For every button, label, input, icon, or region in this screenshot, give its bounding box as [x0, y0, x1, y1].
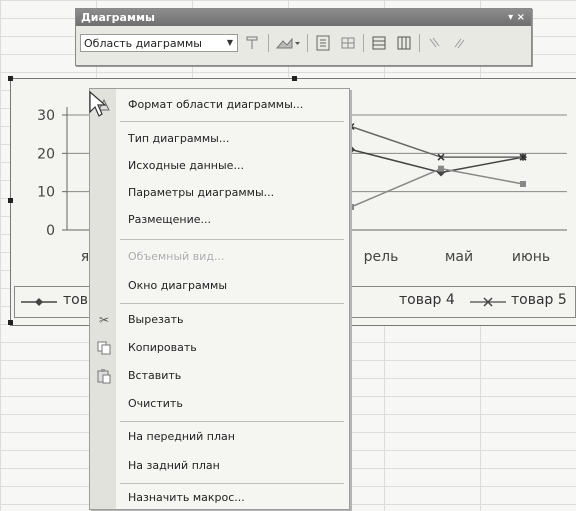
data-point [438, 165, 444, 172]
by-rows-icon [372, 36, 386, 50]
y-tick-label: 30 [37, 108, 55, 124]
x-tick-label: рель [364, 249, 399, 265]
menu-item-label: Назначить макрос... [128, 491, 245, 504]
selection-handle[interactable] [8, 76, 13, 81]
legend-label-2: товар 4 [399, 292, 455, 308]
menu-separator [120, 421, 344, 422]
chart-type-button[interactable] [274, 33, 302, 53]
chart-toolbar: Диаграммы ▾ × Область диаграммы ▼ [75, 8, 532, 66]
menu-item-label: Исходные данные... [128, 159, 244, 172]
legend-button[interactable] [313, 33, 333, 53]
menu-separator [120, 121, 344, 122]
menu-item-label: На передний план [128, 430, 235, 443]
x-tick-label: я [81, 249, 89, 265]
menu-item-label: Тип диаграммы... [128, 132, 230, 145]
toolbar-separator [307, 34, 308, 52]
menu-item-label: На задний план [128, 459, 220, 472]
series-line [350, 125, 523, 158]
menu-item-send-to-back[interactable]: На задний план [90, 453, 349, 479]
menu-item-bring-to-front[interactable]: На передний план [90, 424, 349, 450]
legend-key-3-icon [470, 297, 506, 307]
chart-type-icon [275, 37, 300, 49]
data-table-icon [341, 37, 355, 49]
menu-separator [120, 483, 344, 484]
angle-text-up-icon [454, 38, 465, 49]
menu-item-label: Окно диаграммы [128, 279, 227, 292]
x-tick-label: май [445, 249, 473, 265]
menu-separator [120, 303, 344, 304]
angle-text-up-button[interactable] [450, 33, 470, 53]
menu-item-location[interactable]: Размещение... [90, 207, 349, 233]
legend-icon [316, 35, 330, 51]
x-tick-label: июнь [512, 249, 550, 265]
menu-item-label: Копировать [128, 341, 197, 354]
context-menu: Формат области диаграммы... Тип диаграмм… [89, 88, 350, 510]
chart-element-select[interactable]: Область диаграммы ▼ [80, 34, 238, 52]
legend-label-1: тов [63, 292, 88, 308]
chart-element-value: Область диаграммы [84, 37, 202, 50]
menu-item-format-chart-area[interactable]: Формат области диаграммы... [90, 92, 349, 118]
menu-item-source-data[interactable]: Исходные данные... [90, 153, 349, 179]
data-table-button[interactable] [338, 33, 358, 53]
y-tick-label: 20 [37, 146, 55, 162]
menu-item-chart-options[interactable]: Параметры диаграммы... [90, 180, 349, 206]
toolbar-title-bar[interactable]: Диаграммы ▾ × [76, 9, 531, 26]
menu-item-label: Параметры диаграммы... [128, 186, 275, 199]
menu-item-label: Формат области диаграммы... [128, 98, 304, 111]
by-columns-button[interactable] [394, 33, 414, 53]
legend-key-1-icon [21, 298, 57, 306]
menu-item-chart-window[interactable]: Окно диаграммы [90, 273, 349, 299]
data-point [520, 181, 526, 187]
scissors-icon: ✂ [98, 313, 110, 327]
by-columns-icon [397, 36, 411, 50]
y-tick-label: 10 [37, 185, 55, 201]
menu-item-label: Вырезать [128, 313, 184, 326]
by-rows-button[interactable] [369, 33, 389, 53]
toolbar-separator [419, 34, 420, 52]
paste-icon [96, 368, 112, 384]
menu-item-cut[interactable]: ✂ Вырезать [90, 307, 349, 333]
toolbar-separator [363, 34, 364, 52]
menu-item-clear[interactable]: Очистить [90, 391, 349, 417]
toolbar-separator [268, 34, 269, 52]
menu-item-label: Размещение... [128, 213, 212, 226]
chevron-down-icon[interactable]: ▼ [223, 35, 237, 51]
toolbar-close-button[interactable]: ▾ × [508, 9, 525, 26]
copy-icon [96, 340, 112, 356]
legend-label-3: товар 5 [511, 292, 567, 308]
menu-item-copy[interactable]: Копировать [90, 335, 349, 361]
angle-text-down-button[interactable] [425, 33, 445, 53]
menu-separator [120, 239, 344, 240]
menu-item-assign-macro[interactable]: Назначить макрос... [90, 485, 349, 511]
selection-handle[interactable] [292, 76, 297, 81]
angle-text-down-icon [429, 37, 440, 48]
selection-handle[interactable] [8, 198, 13, 203]
toolbar-title: Диаграммы [81, 11, 155, 24]
format-selection-button[interactable] [243, 33, 263, 53]
menu-item-chart-type[interactable]: Тип диаграммы... [90, 126, 349, 152]
menu-item-paste[interactable]: Вставить [90, 363, 349, 389]
series-line [350, 167, 524, 208]
format-selection-icon [246, 36, 258, 49]
y-tick-label: 0 [46, 223, 55, 239]
menu-item-3d-view: Объемный вид... [90, 244, 349, 270]
menu-item-label: Объемный вид... [128, 250, 225, 263]
selection-handle[interactable] [8, 320, 13, 325]
mouse-pointer-icon [89, 90, 107, 117]
menu-item-label: Очистить [128, 397, 183, 410]
menu-item-label: Вставить [128, 369, 182, 382]
